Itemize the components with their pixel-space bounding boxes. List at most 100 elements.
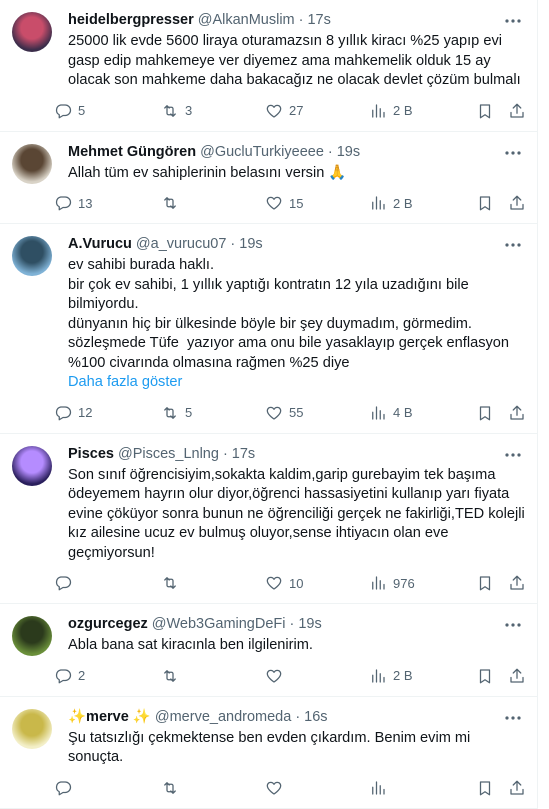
more-icon[interactable] [503,616,523,634]
reply-icon [54,102,72,120]
display-name[interactable]: ozgurcegez [68,616,148,632]
like-count: 55 [289,405,304,420]
retweet-button[interactable] [161,768,185,808]
tweet-header: ✨merve ✨ @merve_andromeda · 16s [68,707,525,727]
avatar[interactable] [12,616,52,656]
tweet-text: ev sahibi burada haklı. bir çok ev sahib… [68,257,510,371]
display-name[interactable]: Pisces [68,446,114,462]
more-icon[interactable] [503,446,523,464]
bookmark-icon [476,667,494,685]
more-icon[interactable] [503,144,523,162]
views-button[interactable]: 2 B [369,183,413,223]
like-button[interactable]: 55 [265,393,303,433]
user-handle[interactable]: @a_vurucu07 [136,236,227,252]
share-button[interactable] [508,91,526,131]
avatar[interactable] [12,708,52,749]
heart-icon [265,779,283,797]
reply-button[interactable]: 13 [54,183,92,223]
timestamp[interactable]: 17s [307,12,330,28]
views-chart-icon [369,404,387,422]
heart-icon [265,404,283,422]
reply-count: 13 [78,195,93,211]
reply-count: 5 [78,103,86,118]
reply-count: 12 [78,405,93,420]
like-button[interactable]: 27 [265,91,303,131]
user-handle[interactable]: @Pisces_Lnlng [118,446,219,462]
tweet-text: Abla bana sat kiracınla ben ilgilenirim. [68,637,313,653]
avatar[interactable] [12,12,52,52]
bookmark-button[interactable] [476,768,494,808]
bookmark-button[interactable] [476,183,494,223]
tweet-header: A.Vurucu @a_vurucu07 · 19s [68,234,525,254]
tweet[interactable]: heidelbergpresser @AlkanMuslim · 17s 250… [0,0,537,132]
retweet-button[interactable]: 3 [161,91,192,131]
user-handle[interactable]: @GucluTurkiyeeee [200,144,324,160]
tweet[interactable]: Mehmet Güngören @GucluTurkiyeeee · 19s A… [0,132,537,224]
user-handle[interactable]: @merve_andromeda [155,709,291,725]
views-button[interactable]: 976 [369,563,415,603]
share-button[interactable] [508,768,526,808]
tweet[interactable]: ozgurcegez @Web3GamingDeFi · 19s Abla ba… [0,604,537,697]
display-name[interactable]: heidelbergpresser [68,12,194,28]
show-more-link[interactable]: Daha fazla göster [68,373,525,393]
views-button[interactable]: 2 B [369,91,413,131]
display-name[interactable]: ✨merve ✨ [68,708,151,725]
share-button[interactable] [508,183,526,223]
view-count: 2 B [393,668,413,683]
share-button[interactable] [508,563,526,603]
views-button[interactable] [369,768,393,808]
bookmark-icon [476,102,494,120]
more-icon[interactable] [503,709,523,727]
bookmark-button[interactable] [476,393,494,433]
reply-button[interactable] [54,768,78,808]
avatar[interactable] [12,143,52,184]
like-button[interactable]: 10 [265,563,303,603]
avatar[interactable] [12,236,52,276]
tweet-text: Son sınıf öğrencisiyim,sokakta kaldim,ga… [68,466,529,561]
action-bar: 10 976 [55,563,526,603]
retweet-count: 3 [185,103,193,118]
like-button[interactable] [265,768,289,808]
tweet[interactable]: A.Vurucu @a_vurucu07 · 19s ev sahibi bur… [0,224,537,434]
timestamp[interactable]: 19s [298,616,321,632]
tweet-header: ozgurcegez @Web3GamingDeFi · 19s [68,614,525,634]
display-name[interactable]: A.Vurucu [68,236,132,252]
heart-icon [265,574,283,592]
more-icon[interactable] [503,236,523,254]
share-icon [508,102,526,120]
tweet[interactable]: Pisces @Pisces_Lnlng · 17s Son sınıf öğr… [0,434,537,604]
timestamp[interactable]: 19s [239,236,262,252]
share-button[interactable] [508,393,526,433]
separator-dot: · [230,236,236,252]
bookmark-button[interactable] [476,91,494,131]
bookmark-button[interactable] [476,563,494,603]
share-icon [508,404,526,422]
separator-dot: · [327,143,333,160]
user-handle[interactable]: @Web3GamingDeFi [152,616,286,632]
view-count: 976 [393,575,415,591]
reply-icon [54,779,72,797]
tweet-text: 25000 lik evde 5600 liraya oturamazsın 8… [68,33,521,88]
timestamp[interactable]: 19s [337,144,360,160]
reply-button[interactable] [54,563,78,603]
bookmark-icon [476,779,494,797]
reply-button[interactable]: 12 [54,393,92,433]
tweet[interactable]: ✨merve ✨ @merve_andromeda · 16s Şu tatsı… [0,697,537,809]
bookmark-icon [476,574,494,592]
timestamp[interactable]: 17s [232,446,255,462]
avatar[interactable] [12,445,52,486]
heart-icon [265,194,283,212]
like-count: 10 [289,575,304,591]
views-button[interactable]: 4 B [369,393,413,433]
like-button[interactable]: 15 [265,183,303,223]
action-bar: 5 3 27 2 B [55,91,526,131]
user-handle[interactable]: @AlkanMuslim [198,12,295,28]
retweet-button[interactable]: 5 [161,393,192,433]
reply-button[interactable]: 5 [54,91,85,131]
retweet-button[interactable] [161,183,185,223]
more-icon[interactable] [503,12,523,30]
views-chart-icon [369,194,387,212]
display-name[interactable]: Mehmet Güngören [68,144,196,160]
timestamp[interactable]: 16s [304,709,327,725]
retweet-button[interactable] [161,563,185,603]
